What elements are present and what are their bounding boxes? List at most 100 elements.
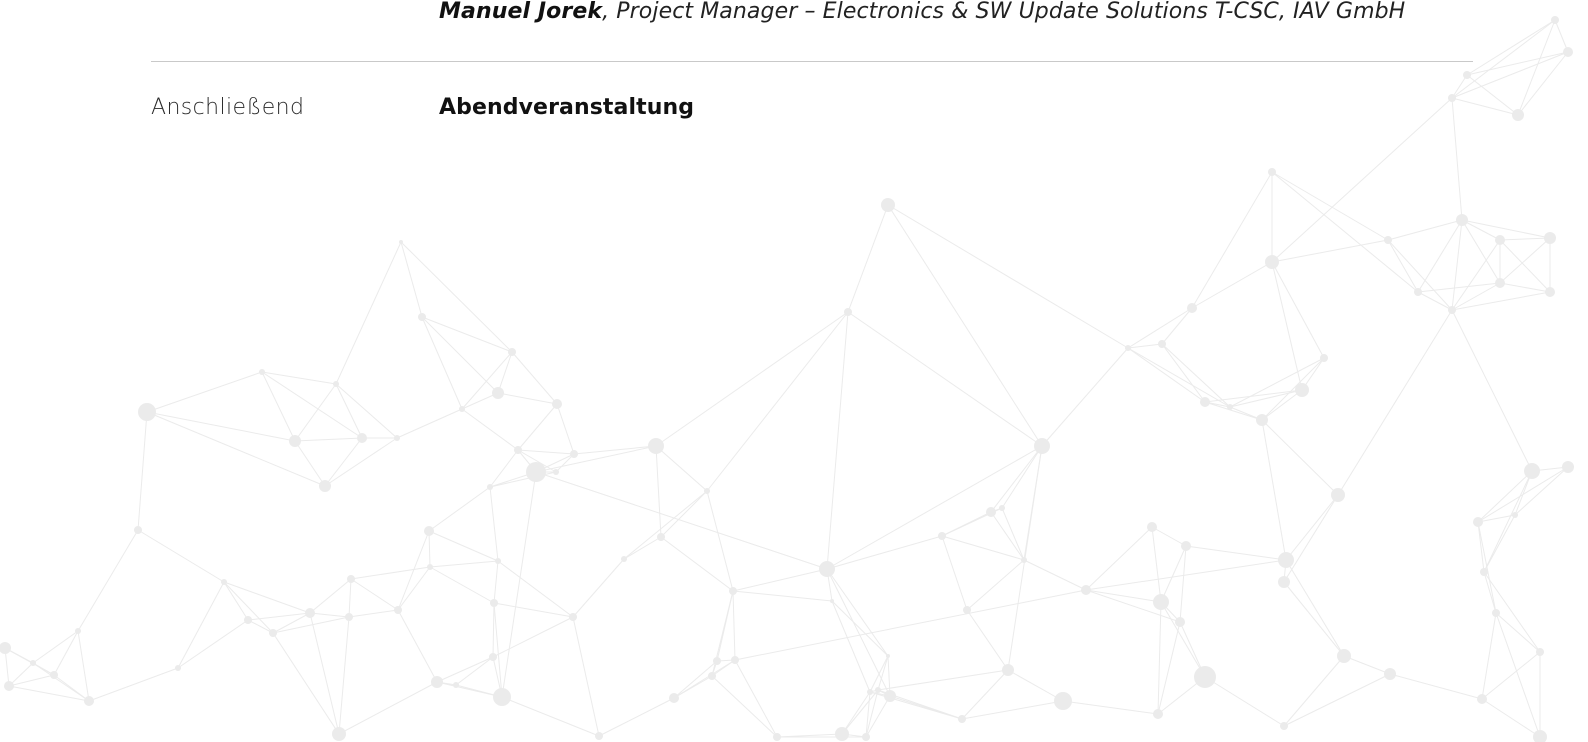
network-line: [847, 204, 889, 313]
network-line: [1041, 347, 1129, 447]
network-node: [729, 587, 737, 595]
network-node: [938, 532, 946, 540]
network-node: [1414, 288, 1422, 296]
network-node: [30, 660, 36, 666]
network-node: [508, 348, 516, 356]
agenda-time: Anschließend: [151, 95, 305, 120]
network-line: [421, 316, 499, 394]
network-node: [1495, 235, 1505, 245]
network-node: [1524, 463, 1540, 479]
network-line: [1451, 239, 1501, 311]
network-node: [1194, 666, 1216, 688]
network-node: [552, 399, 562, 409]
network-line: [493, 602, 503, 698]
network-node: [347, 575, 355, 583]
network-node: [345, 613, 353, 621]
network-line: [421, 316, 463, 410]
network-node: [1331, 488, 1345, 502]
network-line: [261, 371, 363, 439]
network-line: [1389, 673, 1483, 700]
network-line: [501, 471, 537, 698]
network-line: [429, 566, 495, 604]
network-line: [1151, 526, 1187, 547]
network-line: [272, 632, 340, 735]
network-node: [333, 381, 339, 387]
page: Manuel Jorek, Project Manager – Electron…: [0, 0, 1588, 742]
network-node: [357, 433, 367, 443]
network-line: [497, 392, 558, 405]
network-node: [1002, 664, 1014, 676]
network-node: [495, 558, 501, 564]
network-node: [459, 406, 465, 412]
network-line: [497, 351, 513, 394]
network-node: [489, 653, 497, 661]
network-node: [1187, 303, 1197, 313]
network-line: [146, 411, 326, 487]
network-node: [1153, 594, 1169, 610]
network-node: [1384, 236, 1392, 244]
speaker-name: Manuel Jorek: [439, 0, 603, 24]
network-line: [1451, 309, 1533, 472]
network-line: [517, 403, 558, 451]
network-line: [841, 691, 871, 735]
network-line: [556, 403, 575, 455]
network-line: [660, 536, 734, 592]
network-line: [572, 558, 625, 618]
network-line: [1387, 239, 1419, 293]
network-node: [1295, 383, 1309, 397]
network-line: [400, 241, 423, 318]
network-line: [1085, 526, 1153, 591]
network-line: [826, 445, 1043, 570]
network-line: [1161, 307, 1193, 345]
network-node: [1021, 557, 1027, 563]
network-line: [397, 609, 438, 683]
network-line: [428, 530, 499, 562]
network-line: [400, 241, 513, 353]
network-node: [657, 533, 665, 541]
network-line: [348, 609, 399, 618]
network-line: [732, 568, 828, 592]
network-line: [572, 616, 600, 737]
network-node: [844, 308, 852, 316]
network-node: [708, 672, 716, 680]
network-line: [711, 675, 778, 738]
network-node: [713, 657, 721, 665]
network-line: [673, 659, 736, 699]
network-line: [348, 578, 352, 618]
network-line: [1387, 219, 1463, 241]
network-line: [1127, 347, 1231, 408]
network-node: [289, 435, 301, 447]
network-line: [598, 697, 675, 737]
network-node: [1448, 306, 1456, 314]
network-node: [84, 696, 94, 706]
network-node: [0, 642, 11, 654]
network-line: [146, 411, 296, 442]
network-line: [309, 578, 352, 614]
network-node: [819, 561, 835, 577]
network-line: [511, 351, 558, 405]
network-node: [1480, 568, 1488, 576]
network-node: [1320, 354, 1328, 362]
network-node: [492, 387, 504, 399]
network-line: [966, 609, 1009, 671]
network-line: [1085, 589, 1162, 603]
network-line: [1001, 445, 1043, 509]
network-line: [831, 600, 871, 693]
network-line: [137, 411, 148, 531]
network-line: [1285, 559, 1345, 657]
network-node: [394, 606, 402, 614]
network-line: [706, 490, 734, 592]
network-line: [1483, 571, 1497, 614]
network-node: [1337, 649, 1351, 663]
network-node: [1495, 278, 1505, 288]
network-node: [1175, 617, 1185, 627]
network-node: [1256, 414, 1268, 426]
network-node: [881, 198, 895, 212]
network-line: [335, 241, 402, 385]
network-line: [294, 383, 337, 442]
network-node: [621, 556, 627, 562]
network-node: [1278, 576, 1290, 588]
network-node: [569, 613, 577, 621]
network-node: [884, 690, 896, 702]
agenda-row: Anschließend Abendveranstaltung: [0, 95, 1588, 127]
